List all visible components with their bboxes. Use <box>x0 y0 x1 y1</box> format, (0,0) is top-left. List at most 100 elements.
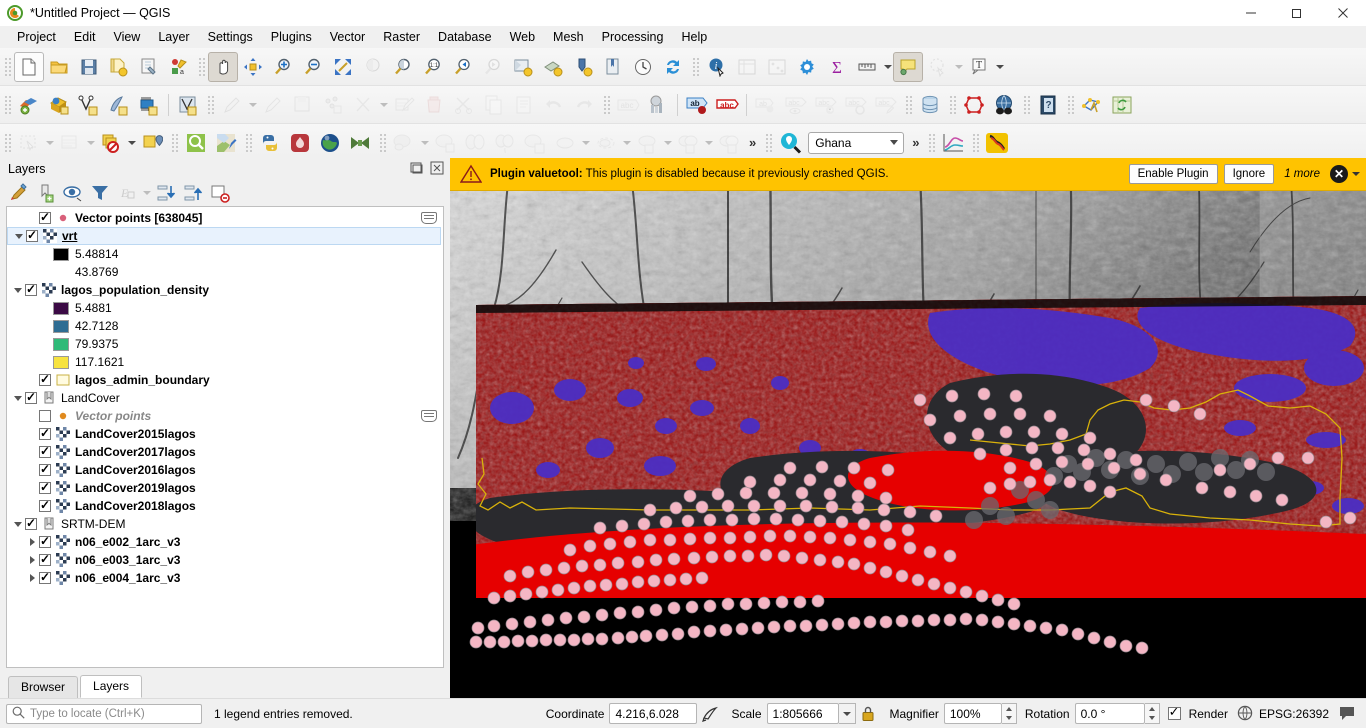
expander-icon[interactable] <box>11 281 25 299</box>
vector-dissolve-icon[interactable] <box>632 128 662 158</box>
toolbar-grip-vector-analysis[interactable] <box>378 131 386 154</box>
current-edits-caret[interactable] <box>247 90 258 120</box>
layer-row-vrt[interactable]: vrt <box>7 227 441 245</box>
select-features-icon[interactable] <box>14 128 44 158</box>
unplaced-labels-caret[interactable] <box>953 52 964 82</box>
modify-attributes-icon[interactable] <box>389 90 419 120</box>
coordinate-value[interactable]: 4.216,6.028 <box>609 703 698 724</box>
tab-browser[interactable]: Browser <box>8 676 79 698</box>
add-delimited-text-layer-icon[interactable] <box>104 90 134 120</box>
cut-features-icon[interactable] <box>449 90 479 120</box>
deselect-all-icon[interactable] <box>96 128 126 158</box>
pan-map-icon[interactable] <box>208 51 238 82</box>
statistical-summary-icon[interactable] <box>762 52 792 82</box>
layer-row-lagos-population-density[interactable]: lagos_population_density <box>7 281 443 299</box>
menu-mesh[interactable]: Mesh <box>544 28 593 46</box>
change-label-icon[interactable]: abc <box>871 90 901 120</box>
expander-icon[interactable] <box>11 389 25 407</box>
python-console-icon[interactable] <box>255 128 285 158</box>
save-layer-edits-icon[interactable] <box>288 90 318 120</box>
select-caret[interactable] <box>44 128 55 158</box>
add-group-icon[interactable] <box>33 181 59 205</box>
layer-row-n06-e003[interactable]: n06_e003_1arc_v3 <box>7 551 443 569</box>
crs-globe-icon[interactable] <box>1237 705 1255 723</box>
move-label-icon[interactable]: abc <box>811 90 841 120</box>
filter-legend-icon[interactable] <box>87 181 113 205</box>
layers-tree[interactable]: Vector points [638045] vrt 5.48814 <box>6 206 444 668</box>
zoom-full-icon[interactable] <box>328 52 358 82</box>
menu-help[interactable]: Help <box>672 28 716 46</box>
toolbar-overflow-chevron-2[interactable]: » <box>907 135 924 150</box>
scale-value[interactable]: 1:805666 <box>766 703 839 724</box>
bowtie-plugin-icon[interactable] <box>345 128 375 158</box>
maximize-button[interactable] <box>1274 0 1320 26</box>
add-postgis-layer-icon[interactable] <box>134 90 164 120</box>
new-map-view-icon[interactable] <box>508 52 538 82</box>
style-manager-icon[interactable]: a <box>164 52 194 82</box>
menu-vector[interactable]: Vector <box>321 28 374 46</box>
layer-checkbox[interactable] <box>39 552 51 566</box>
layer-row-landcover2016lagos[interactable]: LandCover2016lagos <box>7 461 443 479</box>
topology-checker-icon[interactable] <box>959 90 989 120</box>
vector-export-icon[interactable] <box>520 128 550 158</box>
filter-expression-caret[interactable] <box>141 181 152 205</box>
toolbar-overflow-chevron-1[interactable]: » <box>744 135 761 150</box>
toolbar-grip-attributes[interactable] <box>691 55 699 78</box>
toolbar-grip-plugins[interactable] <box>170 131 178 154</box>
layer-row-lagos-admin-boundary[interactable]: lagos_admin_boundary <box>7 371 443 389</box>
close-button[interactable] <box>1320 0 1366 26</box>
expander-icon[interactable] <box>25 551 39 569</box>
new-print-layout-icon[interactable] <box>134 52 164 82</box>
new-shapefile-layer-icon[interactable] <box>173 90 203 120</box>
menu-processing[interactable]: Processing <box>593 28 673 46</box>
show-unplaced-labels-icon[interactable] <box>923 52 953 82</box>
vector-buffer-icon[interactable] <box>591 128 621 158</box>
layer-checkbox[interactable] <box>39 498 51 512</box>
toolbar-grip-project-selector[interactable] <box>764 131 773 154</box>
pan-to-selection-icon[interactable] <box>238 52 268 82</box>
vector-split-icon[interactable] <box>460 128 490 158</box>
country-shape-plugin-icon[interactable] <box>982 128 1012 158</box>
layer-checkbox[interactable] <box>39 534 51 548</box>
open-data-source-manager-icon[interactable] <box>14 90 44 120</box>
layer-row-landcover2018lagos[interactable]: LandCover2018lagos <box>7 497 443 515</box>
menu-database[interactable]: Database <box>429 28 501 46</box>
paste-features-icon[interactable] <box>509 90 539 120</box>
expand-all-icon[interactable] <box>153 181 179 205</box>
layer-checkbox[interactable] <box>39 570 51 584</box>
zoom-last-icon[interactable] <box>448 52 478 82</box>
toolbar-grip-vector-tools[interactable] <box>948 93 956 116</box>
select-by-location-icon[interactable] <box>137 128 167 158</box>
layer-row-landcover2019lagos[interactable]: LandCover2019lagos <box>7 479 443 497</box>
zoom-out-icon[interactable] <box>298 52 328 82</box>
qnetwork-icon[interactable] <box>1077 90 1107 120</box>
toolbar-grip-shapefile-plugin[interactable] <box>971 131 980 154</box>
layer-row-n06-e002[interactable]: n06_e002_1arc_v3 <box>7 533 443 551</box>
toolbar-grip-map-nav[interactable] <box>197 55 205 78</box>
group-row-srtm-dem[interactable]: SRTM-DEM <box>7 515 443 533</box>
menu-edit[interactable]: Edit <box>65 28 105 46</box>
open-project-icon[interactable] <box>44 52 74 82</box>
plugin-manager-icon[interactable] <box>285 128 315 158</box>
group-checkbox[interactable] <box>25 516 37 530</box>
open-layer-styling-panel-icon[interactable] <box>6 181 32 205</box>
menu-view[interactable]: View <box>104 28 149 46</box>
project-selector-combo[interactable]: Ghana <box>808 131 905 154</box>
plugin-search-icon[interactable] <box>181 128 211 158</box>
expander-icon[interactable] <box>11 515 25 533</box>
add-raster-layer-icon[interactable] <box>44 90 74 120</box>
layer-checkbox[interactable] <box>39 210 51 224</box>
enable-plugin-button[interactable]: Enable Plugin <box>1128 164 1218 184</box>
crs-label[interactable]: EPSG:26392 <box>1259 707 1329 721</box>
layer-row-n06-e004[interactable]: n06_e004_1arc_v3 <box>7 569 443 587</box>
highlight-pinned-labels-icon[interactable]: ab <box>682 90 712 120</box>
layer-checkbox[interactable] <box>39 462 51 476</box>
tab-layers[interactable]: Layers <box>80 675 143 698</box>
pin-labels-icon[interactable]: abc <box>712 90 742 120</box>
show-hide-labels-icon[interactable]: ab <box>751 90 781 120</box>
rotation-spinner[interactable] <box>1144 703 1160 724</box>
db-manager-icon[interactable] <box>915 90 945 120</box>
layer-checkbox[interactable] <box>39 444 51 458</box>
save-project-icon[interactable] <box>74 52 104 82</box>
ignore-button[interactable]: Ignore <box>1223 164 1275 184</box>
